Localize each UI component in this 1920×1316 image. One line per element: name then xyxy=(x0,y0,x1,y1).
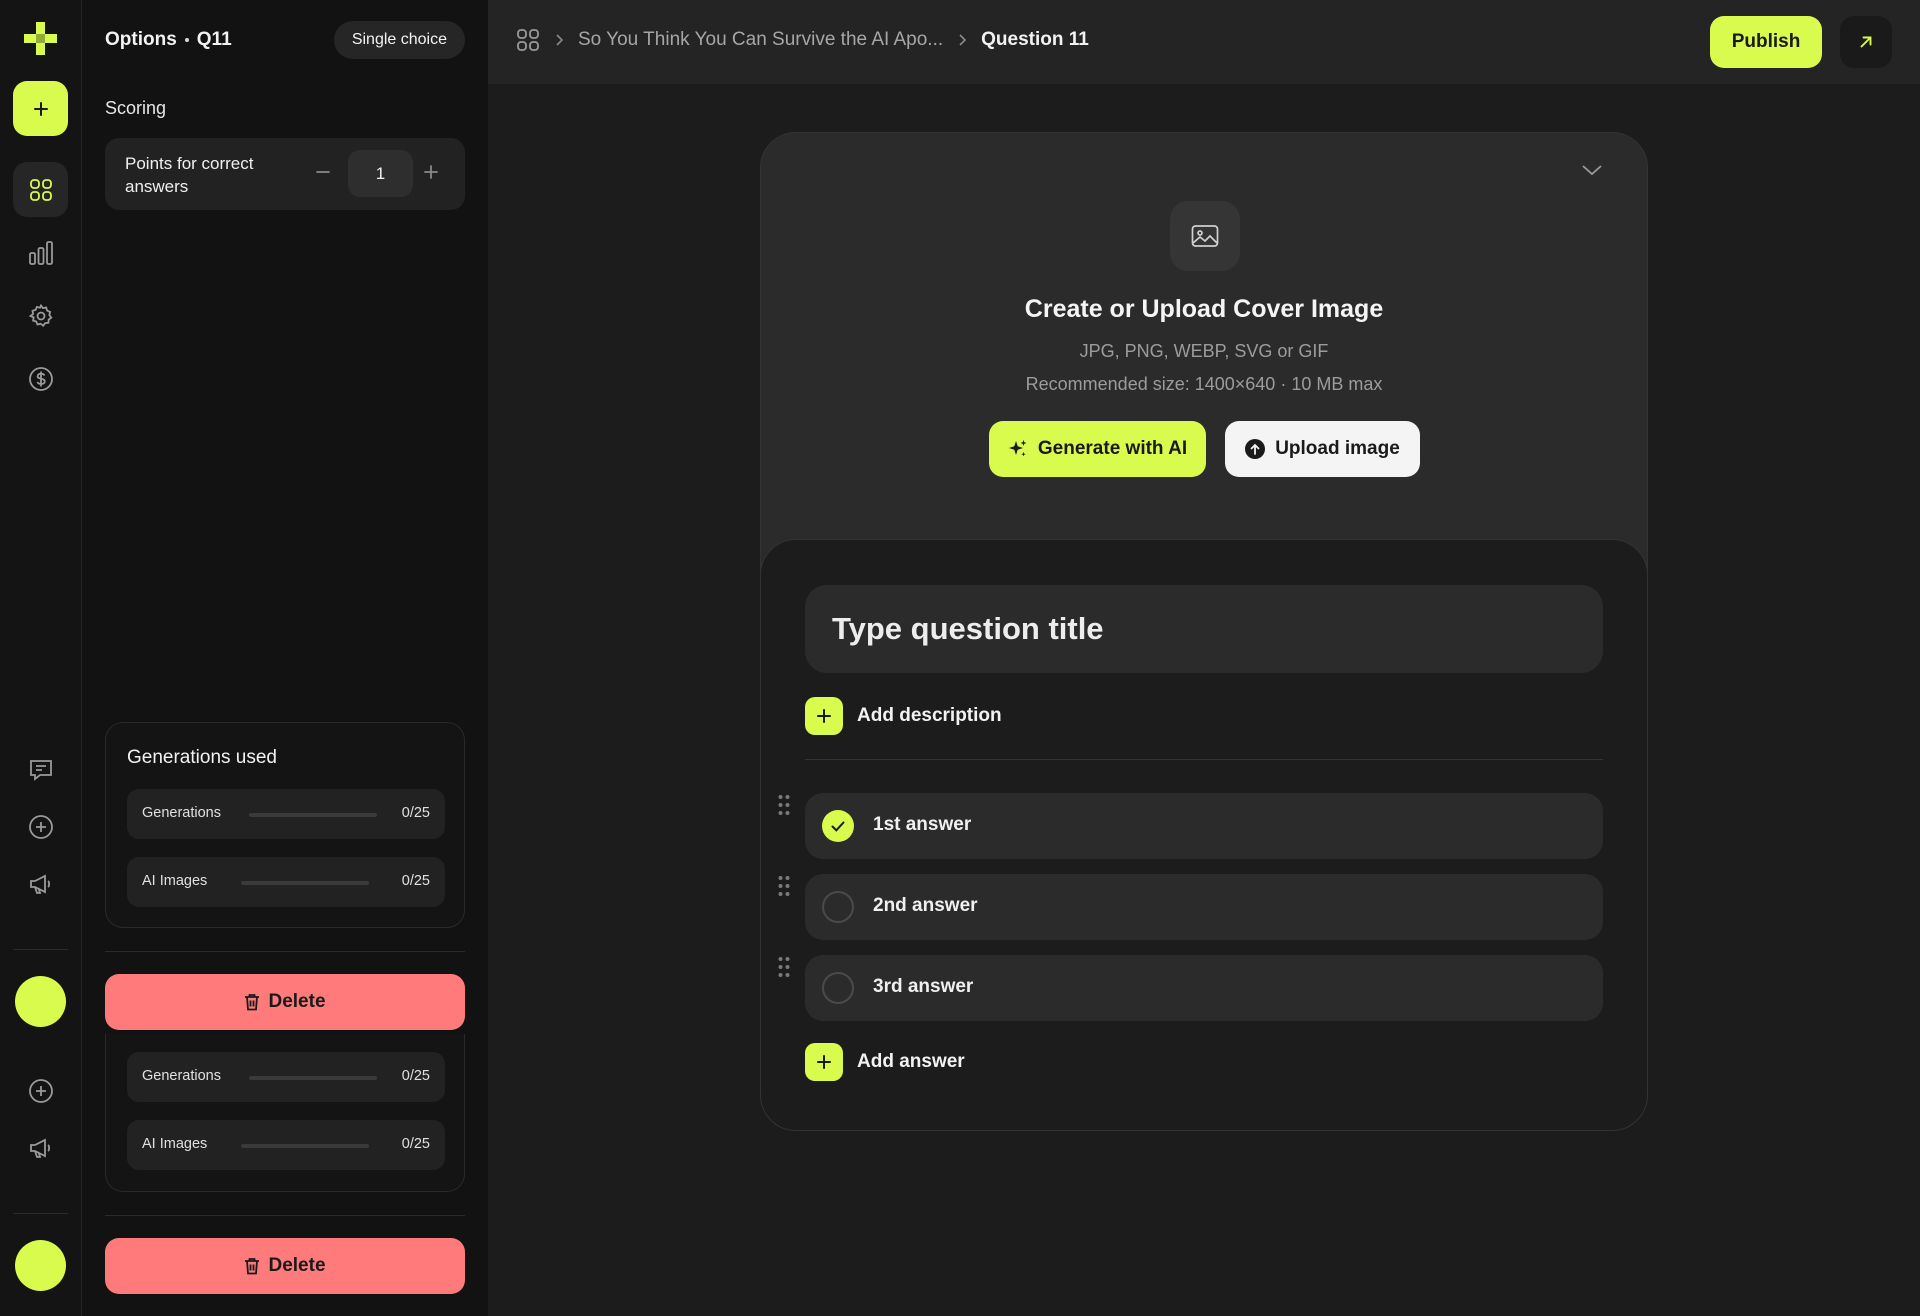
sparkles-icon xyxy=(1008,440,1027,457)
rail-divider xyxy=(13,949,68,950)
drag-handle-icon[interactable] xyxy=(778,875,790,897)
cover-title: Create or Upload Cover Image xyxy=(1024,295,1384,323)
question-card: Type question title Add description 1st … xyxy=(760,539,1648,1131)
answer-radio[interactable] xyxy=(822,891,854,923)
megaphone-icon xyxy=(29,874,50,894)
options-panel: Options Q11 Single choice Scoring Points… xyxy=(82,0,488,1316)
question-type-pill[interactable]: Single choice xyxy=(333,21,465,59)
avatar[interactable] xyxy=(15,1240,66,1291)
image-icon xyxy=(1191,225,1219,247)
nav-add[interactable] xyxy=(13,799,68,854)
trash-icon xyxy=(245,994,260,1011)
answer-text[interactable]: 2nd answer xyxy=(873,895,978,917)
generate-with-ai-button[interactable]: Generate with AI xyxy=(989,421,1206,477)
answer-radio[interactable] xyxy=(822,972,854,1004)
megaphone-icon xyxy=(29,1138,50,1158)
top-bar: So You Think You Can Survive the AI Apo.… xyxy=(488,0,1920,84)
upload-icon xyxy=(1245,439,1266,459)
answer-text[interactable]: 3rd answer xyxy=(873,976,973,998)
cover-image-placeholder xyxy=(1170,201,1240,271)
add-description-button[interactable]: Add description xyxy=(805,697,1002,735)
bar-chart-icon xyxy=(28,240,53,265)
nav-announcements[interactable] xyxy=(13,856,68,911)
answer-option[interactable]: 2nd answer xyxy=(805,874,1603,940)
drag-handle-icon[interactable] xyxy=(778,956,790,978)
grid-icon xyxy=(29,178,52,201)
usage-bar xyxy=(241,881,369,885)
correct-answer-radio[interactable] xyxy=(822,810,854,842)
app-logo[interactable] xyxy=(24,22,57,55)
panel-divider xyxy=(105,1215,465,1216)
check-icon xyxy=(831,821,845,832)
generations-card: Generations used Generations 0/25 AI Ima… xyxy=(105,722,465,928)
separator-dot xyxy=(184,38,189,42)
generations-card: Generations 0/25 AI Images 0/25 xyxy=(105,1034,465,1192)
nav-announcements-2[interactable] xyxy=(13,1120,68,1175)
points-label: Points for correct answers xyxy=(125,154,254,196)
generations-row: Generations 0/25 xyxy=(127,1052,445,1102)
plus-circle-icon xyxy=(28,1078,53,1103)
divider xyxy=(805,759,1603,760)
plus-icon xyxy=(805,1043,843,1081)
arrow-up-right-icon xyxy=(1860,36,1872,48)
minus-icon xyxy=(316,171,330,173)
chat-icon xyxy=(29,759,52,781)
answer-option[interactable]: 3rd answer xyxy=(805,955,1603,1021)
open-external-button[interactable] xyxy=(1840,16,1892,68)
rail-divider xyxy=(13,1213,68,1214)
panel-divider xyxy=(105,951,465,952)
collapse-button[interactable] xyxy=(1581,163,1603,177)
dollar-icon xyxy=(28,366,53,391)
grid-icon[interactable] xyxy=(516,28,540,52)
breadcrumb: So You Think You Can Survive the AI Apo.… xyxy=(516,28,1089,52)
drag-handle-icon[interactable] xyxy=(778,794,790,816)
breadcrumb-current: Question 11 xyxy=(981,29,1089,50)
cover-recommended: Recommended size: 1400×640 · 10 MB max xyxy=(1025,374,1383,394)
scoring-label: Scoring xyxy=(105,98,167,118)
breadcrumb-quiz[interactable]: So You Think You Can Survive the AI Apo.… xyxy=(578,29,943,51)
chevron-right-icon xyxy=(957,33,967,47)
add-answer-button[interactable]: Add answer xyxy=(805,1043,965,1081)
answer-option[interactable]: 1st answer xyxy=(805,793,1603,859)
usage-bar xyxy=(241,1144,369,1148)
plus-circle-icon xyxy=(28,814,53,839)
generations-title: Generations used xyxy=(127,747,277,768)
trash-icon xyxy=(245,1258,260,1275)
panel-title: Options Q11 xyxy=(105,29,232,50)
delete-button[interactable]: Delete xyxy=(105,974,465,1030)
generations-row: Generations 0/25 xyxy=(127,789,445,839)
question-title-input[interactable]: Type question title xyxy=(805,585,1603,673)
nav-feedback[interactable] xyxy=(13,742,68,797)
answer-text[interactable]: 1st answer xyxy=(873,814,971,836)
usage-bar xyxy=(249,1076,377,1080)
delete-button[interactable]: Delete xyxy=(105,1238,465,1294)
chevron-right-icon xyxy=(554,33,564,47)
gear-icon xyxy=(28,303,53,327)
nav-add-2[interactable] xyxy=(13,1063,68,1118)
plus-icon xyxy=(33,101,48,116)
avatar[interactable] xyxy=(15,976,66,1027)
publish-button[interactable]: Publish xyxy=(1710,16,1822,68)
nav-settings[interactable] xyxy=(13,288,68,343)
increment-button[interactable] xyxy=(423,164,439,180)
plus-icon xyxy=(805,697,843,735)
left-rail xyxy=(0,0,82,1316)
usage-bar xyxy=(249,813,377,817)
question-editor: Create or Upload Cover Image JPG, PNG, W… xyxy=(760,132,1648,1131)
ai-images-row: AI Images 0/25 xyxy=(127,1120,445,1170)
nav-billing[interactable] xyxy=(13,351,68,406)
upload-image-button[interactable]: Upload image xyxy=(1225,421,1420,477)
plus-icon xyxy=(424,165,438,179)
points-value[interactable]: 1 xyxy=(348,150,413,197)
ai-images-row: AI Images 0/25 xyxy=(127,857,445,907)
nav-analytics[interactable] xyxy=(13,225,68,280)
cover-formats: JPG, PNG, WEBP, SVG or GIF xyxy=(1079,341,1329,361)
nav-dashboard[interactable] xyxy=(13,162,68,217)
panel-header: Options Q11 Single choice xyxy=(105,20,465,60)
points-card: Points for correct answers 1 xyxy=(105,138,465,210)
create-button[interactable] xyxy=(13,81,68,136)
chevron-down-icon xyxy=(1582,165,1602,176)
decrement-button[interactable] xyxy=(315,164,331,180)
